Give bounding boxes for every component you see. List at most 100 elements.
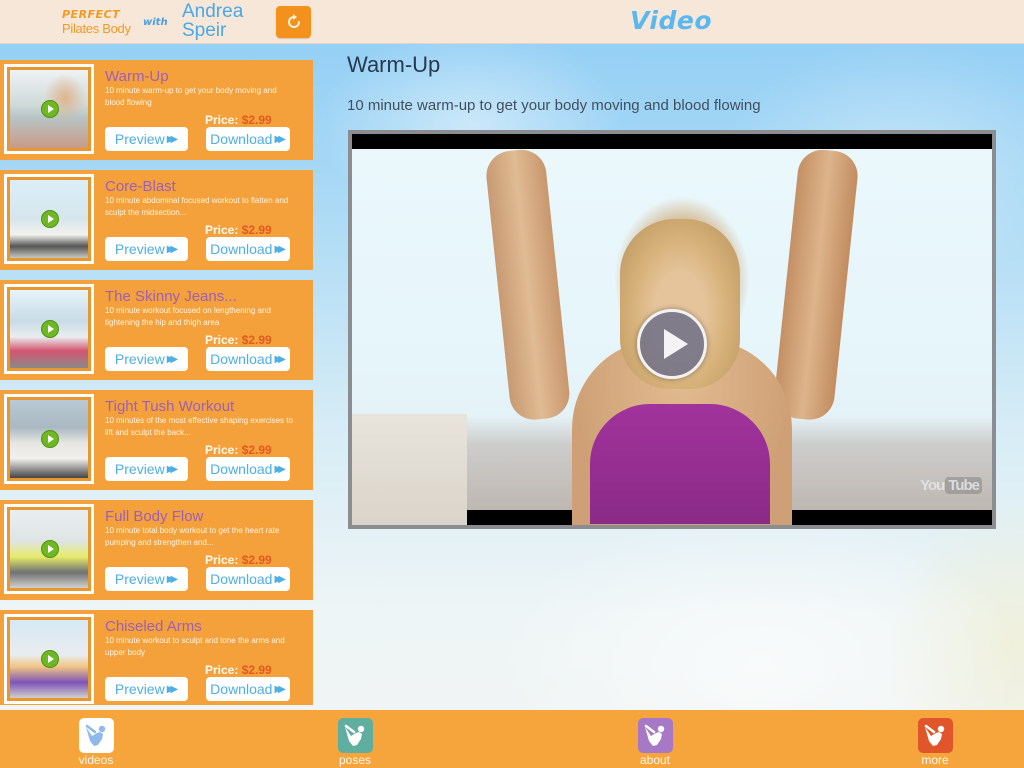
- video-title: The Skinny Jeans...: [105, 288, 237, 305]
- download-label: Download: [210, 461, 273, 477]
- preview-button[interactable]: Preview ▶▶: [105, 457, 188, 481]
- pilates-pose-icon: [78, 718, 114, 753]
- video-list-item[interactable]: Warm-Up 10 minute warm-up to get your bo…: [0, 60, 313, 160]
- video-thumbnail[interactable]: [4, 504, 94, 594]
- video-list-item[interactable]: Core-Blast 10 minute abdominal focused w…: [0, 170, 313, 270]
- video-title: Full Body Flow: [105, 508, 204, 525]
- video-description: 10 minute workout to sculpt and tone the…: [105, 636, 285, 657]
- pilates-pose-icon: [917, 718, 953, 753]
- tab-videos[interactable]: videos: [66, 718, 126, 767]
- preview-button[interactable]: Preview ▶▶: [105, 127, 188, 151]
- logo-pilates-body: Pilates Body: [62, 21, 131, 36]
- pilates-pose-icon: [337, 718, 373, 753]
- preview-label: Preview: [114, 131, 165, 147]
- preview-button[interactable]: Preview ▶▶: [105, 567, 188, 591]
- video-scene-top: [590, 404, 770, 524]
- play-button[interactable]: [637, 309, 707, 379]
- video-thumbnail[interactable]: [4, 394, 94, 484]
- price-label: Price:: [205, 663, 239, 677]
- video-list-item[interactable]: The Skinny Jeans... 10 minute workout fo…: [0, 280, 313, 380]
- video-price: Price: $2.99: [205, 663, 272, 677]
- video-heading-description: 10 minute warm-up to get your body movin…: [347, 97, 761, 114]
- preview-label: Preview: [114, 571, 165, 587]
- price-amount: $2.99: [241, 553, 272, 567]
- play-icon: [41, 430, 59, 448]
- tab-label: poses: [338, 753, 372, 767]
- download-button[interactable]: Download ▶▶: [206, 677, 290, 701]
- video-price: Price: $2.99: [205, 443, 272, 457]
- preview-label: Preview: [114, 351, 165, 367]
- video-thumbnail[interactable]: [4, 64, 94, 154]
- play-icon: [41, 210, 59, 228]
- video-scene-building: [352, 414, 467, 525]
- video-frame: You Tube: [352, 147, 992, 525]
- preview-button[interactable]: Preview ▶▶: [105, 347, 188, 371]
- download-button[interactable]: Download ▶▶: [206, 457, 290, 481]
- preview-label: Preview: [114, 681, 165, 697]
- tab-more[interactable]: more: [905, 718, 965, 767]
- video-price: Price: $2.99: [205, 333, 272, 347]
- download-button[interactable]: Download ▶▶: [206, 347, 290, 371]
- video-thumbnail[interactable]: [4, 284, 94, 374]
- double-arrow-icon: ▶▶: [166, 243, 179, 255]
- video-thumbnail[interactable]: [4, 174, 94, 264]
- play-icon: [41, 540, 59, 558]
- download-button[interactable]: Download ▶▶: [206, 567, 290, 591]
- video-scene-arm: [772, 147, 861, 423]
- download-button[interactable]: Download ▶▶: [206, 127, 290, 151]
- price-amount: $2.99: [241, 223, 272, 237]
- youtube-logo[interactable]: You Tube: [920, 477, 982, 494]
- price-amount: $2.99: [241, 663, 272, 677]
- download-button[interactable]: Download ▶▶: [206, 237, 290, 261]
- preview-label: Preview: [114, 461, 165, 477]
- double-arrow-icon: ▶▶: [166, 353, 179, 365]
- preview-button[interactable]: Preview ▶▶: [105, 237, 188, 261]
- price-label: Price:: [205, 333, 239, 347]
- download-label: Download: [210, 241, 273, 257]
- video-thumbnail[interactable]: [4, 614, 94, 704]
- video-description: 10 minute abdominal focused workout to f…: [105, 196, 289, 217]
- price-label: Price:: [205, 553, 239, 567]
- app-logo: PERFECT Pilates Body with Andrea Speir: [62, 2, 262, 40]
- page-title: Video: [630, 6, 713, 35]
- play-icon: [41, 100, 59, 118]
- video-description: 10 minute warm-up to get your body movin…: [105, 86, 277, 107]
- double-arrow-icon: ▶▶: [166, 463, 179, 475]
- double-arrow-icon: ▶▶: [274, 573, 286, 585]
- tab-bar: videos poses about more: [0, 710, 1024, 768]
- video-description: 10 minute total body workout to get the …: [105, 526, 280, 547]
- refresh-button[interactable]: [276, 6, 311, 38]
- tab-poses[interactable]: poses: [325, 718, 385, 767]
- video-list-item[interactable]: Tight Tush Workout 10 minutes of the mos…: [0, 390, 313, 490]
- video-price: Price: $2.99: [205, 223, 272, 237]
- price-amount: $2.99: [241, 333, 272, 347]
- double-arrow-icon: ▶▶: [274, 133, 286, 145]
- preview-button[interactable]: Preview ▶▶: [105, 677, 188, 701]
- tab-label: more: [921, 753, 949, 767]
- download-label: Download: [210, 681, 273, 697]
- price-amount: $2.99: [241, 113, 272, 127]
- double-arrow-icon: ▶▶: [166, 573, 179, 585]
- youtube-tube: Tube: [945, 477, 982, 494]
- tab-about[interactable]: about: [625, 718, 685, 767]
- video-list-item[interactable]: Full Body Flow 10 minute total body work…: [0, 500, 313, 600]
- tab-label: videos: [78, 753, 114, 767]
- double-arrow-icon: ▶▶: [274, 353, 286, 365]
- logo-perfect: PERFECT: [62, 8, 121, 21]
- refresh-icon: [287, 14, 300, 28]
- double-arrow-icon: ▶▶: [166, 683, 179, 695]
- video-title: Tight Tush Workout: [105, 398, 235, 415]
- play-icon: [41, 320, 59, 338]
- logo-with: with: [143, 17, 168, 28]
- pilates-pose-icon: [637, 718, 673, 753]
- video-list-item[interactable]: Chiseled Arms 10 minute workout to sculp…: [0, 610, 313, 705]
- video-price: Price: $2.99: [205, 553, 272, 567]
- video-scene-arm: [483, 147, 572, 423]
- video-player[interactable]: You Tube: [348, 130, 996, 529]
- download-label: Download: [210, 351, 273, 367]
- video-title: Warm-Up: [105, 68, 169, 85]
- video-title: Chiseled Arms: [105, 618, 202, 635]
- preview-label: Preview: [114, 241, 165, 257]
- price-amount: $2.99: [241, 443, 272, 457]
- video-list[interactable]: Warm-Up 10 minute warm-up to get your bo…: [0, 60, 313, 705]
